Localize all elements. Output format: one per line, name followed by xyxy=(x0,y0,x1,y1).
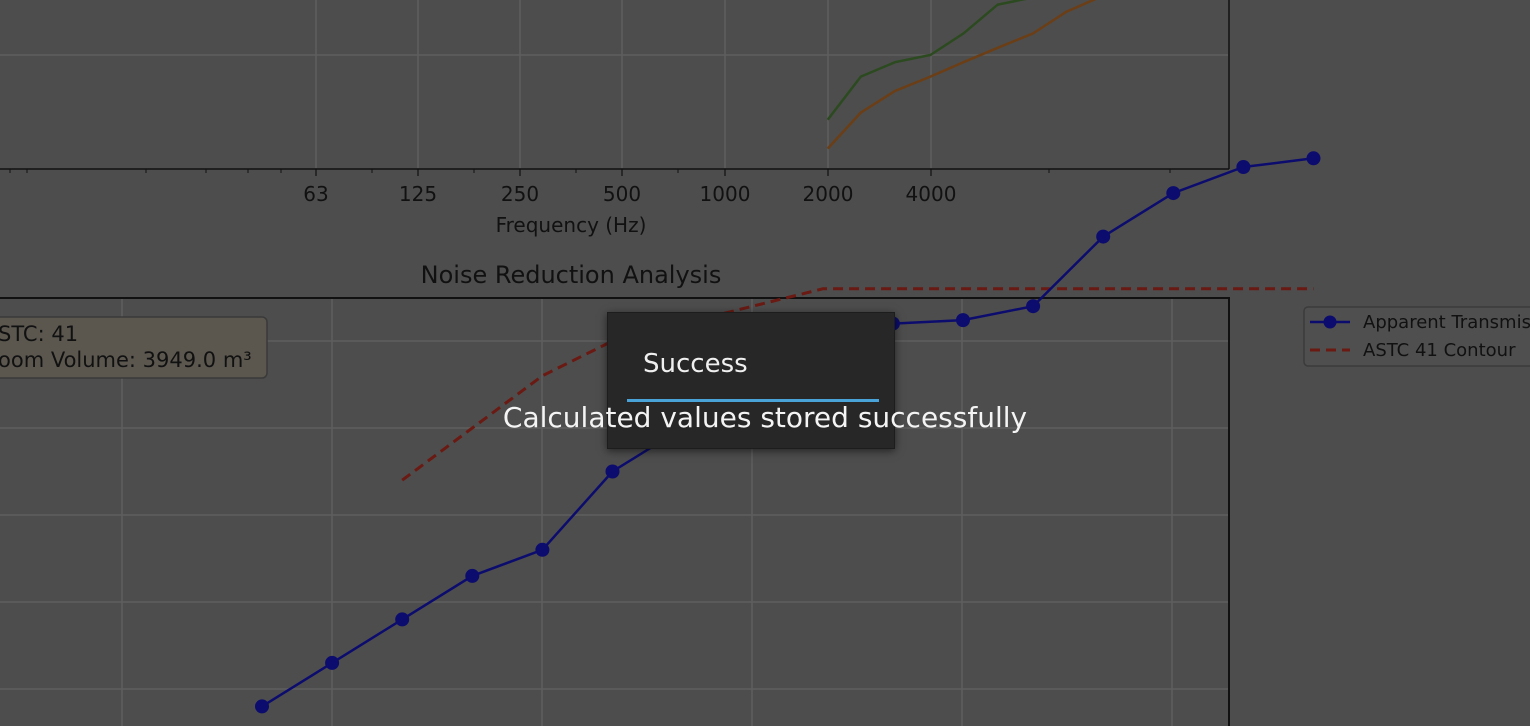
legend-marker-icon xyxy=(1323,315,1337,329)
data-point-marker xyxy=(1166,186,1181,201)
top-chart-major-ticks xyxy=(315,169,932,176)
xtick-label: 63 xyxy=(303,182,328,206)
legend-label-measured: Apparent Transmis xyxy=(1363,312,1530,333)
data-point-marker xyxy=(1236,160,1251,174)
data-point-marker xyxy=(1026,299,1041,314)
legend: Apparent Transmis ASTC 41 Contour xyxy=(1303,306,1530,367)
data-point-marker xyxy=(956,313,970,328)
bottom-chart-title: Noise Reduction Analysis xyxy=(421,261,722,289)
dialog-title: Success xyxy=(643,349,748,379)
data-point-marker xyxy=(465,568,480,583)
xtick-label: 2000 xyxy=(803,182,854,206)
data-point-marker xyxy=(1096,229,1111,244)
info-room-volume-text: oom Volume: 3949.0 m³ xyxy=(0,348,252,372)
top-chart-plot-area: 63 125 250 500 1000 2000 4000 Frequency … xyxy=(0,0,1230,237)
success-dialog: Success xyxy=(607,312,895,449)
data-point-marker xyxy=(395,612,410,627)
xtick-label: 1000 xyxy=(700,182,751,206)
data-point-marker xyxy=(255,699,269,714)
data-point-marker xyxy=(535,542,550,557)
info-stc-text: STC: 41 xyxy=(0,322,78,346)
info-box: STC: 41 oom Volume: 3949.0 m³ xyxy=(0,316,268,379)
xtick-label: 4000 xyxy=(906,182,957,206)
xtick-label: 250 xyxy=(501,182,539,206)
xtick-label: 500 xyxy=(603,182,641,206)
top-chart-xlabel: Frequency (Hz) xyxy=(496,213,647,237)
data-point-marker xyxy=(605,464,620,479)
data-point-marker xyxy=(1306,151,1321,166)
dialog-title-underline xyxy=(627,399,879,402)
top-chart-xtick-labels: 63 125 250 500 1000 2000 4000 xyxy=(303,182,956,206)
xtick-label: 125 xyxy=(399,182,437,206)
top-chart-series-line xyxy=(826,0,1097,150)
legend-label-contour: ASTC 41 Contour xyxy=(1363,340,1516,361)
data-point-marker xyxy=(325,655,340,670)
